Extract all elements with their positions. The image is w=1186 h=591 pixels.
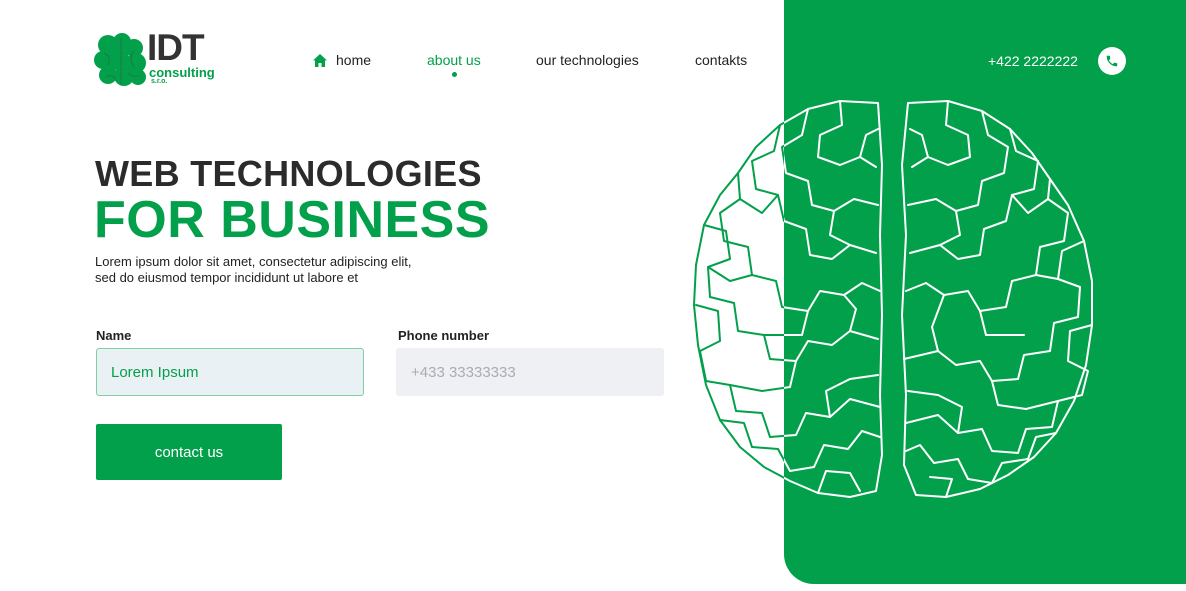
nav-contakts[interactable]: contakts <box>695 50 747 70</box>
phone-input[interactable] <box>396 348 664 396</box>
home-icon <box>313 54 327 67</box>
nav-home-label: home <box>336 52 372 68</box>
logo-title: IDT <box>147 27 205 68</box>
nav-our-technologies[interactable]: our technologies <box>536 50 639 70</box>
active-indicator-dot <box>451 72 457 77</box>
brain-logo-icon <box>94 33 146 86</box>
nav-our-technologies-label: our technologies <box>536 52 639 68</box>
brain-illustration <box>693 100 1093 498</box>
nav-about-us[interactable]: about us <box>427 50 481 77</box>
header-phone-number[interactable]: +422 2222222 <box>988 51 1078 71</box>
hero-description-line1: Lorem ipsum dolor sit amet, consectetur … <box>95 254 412 269</box>
nav-contakts-label: contakts <box>695 52 748 68</box>
name-input[interactable] <box>96 348 364 396</box>
hero-description: Lorem ipsum dolor sit amet, consectetur … <box>95 254 495 286</box>
hero-title-line1: WEB TECHNOLOGIES <box>95 153 482 194</box>
hero-description-line2: sed do eiusmod tempor incididunt ut labo… <box>95 270 359 285</box>
logo-legal-form: s.r.o. <box>151 78 168 85</box>
company-logo[interactable]: IDT consulting s.r.o. <box>94 27 224 90</box>
nav-about-us-label: about us <box>427 52 481 68</box>
phone-button[interactable] <box>1098 47 1126 75</box>
contact-us-button[interactable]: contact us <box>96 424 282 480</box>
phone-label: Phone number <box>398 328 490 343</box>
hero-title-line2: FOR BUSINESS <box>94 191 491 249</box>
nav-home[interactable]: home <box>313 50 371 70</box>
phone-icon <box>1106 55 1118 67</box>
name-label: Name <box>96 328 132 343</box>
